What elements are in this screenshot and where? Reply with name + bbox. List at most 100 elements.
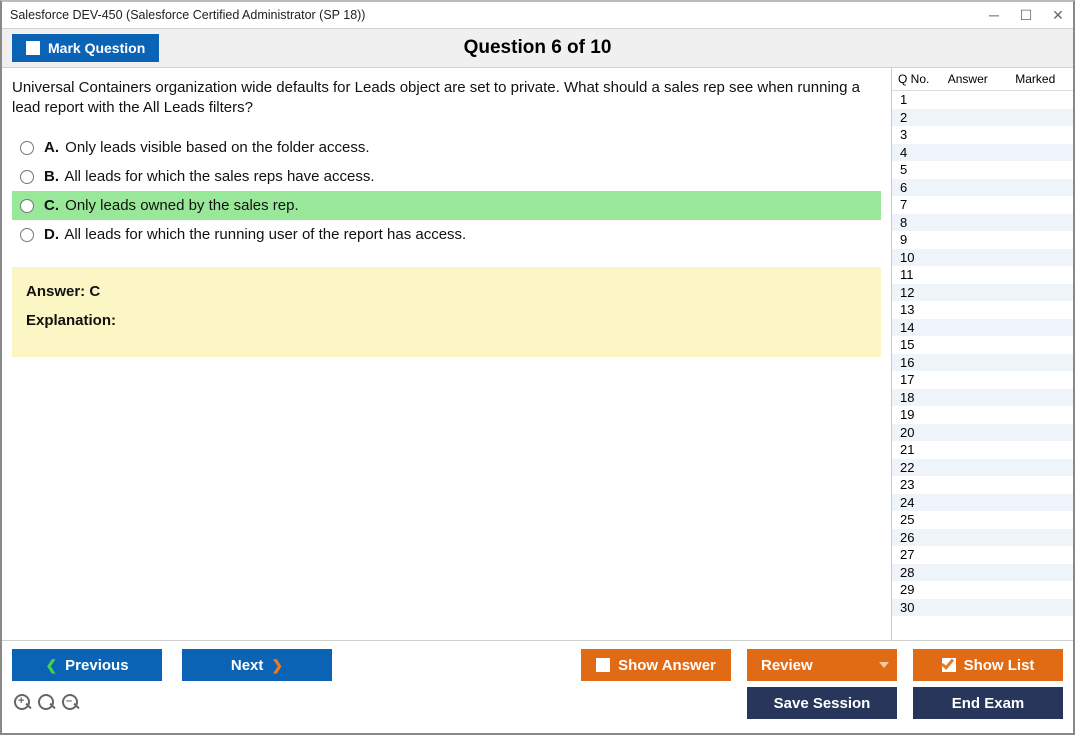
minimize-icon[interactable]: ─ — [987, 7, 1001, 24]
radio-icon — [20, 170, 34, 184]
zoom-out-icon[interactable]: – — [62, 694, 80, 712]
question-list-row[interactable]: 12 — [892, 284, 1073, 302]
panel-header: Q No. Answer Marked — [892, 68, 1073, 90]
header-marked: Marked — [1002, 72, 1070, 86]
question-list-row[interactable]: 18 — [892, 389, 1073, 407]
question-list-row[interactable]: 13 — [892, 301, 1073, 319]
question-list-row[interactable]: 22 — [892, 459, 1073, 477]
question-list-row[interactable]: 17 — [892, 371, 1073, 389]
show-list-button[interactable]: Show List — [913, 649, 1063, 681]
question-list-row[interactable]: 3 — [892, 126, 1073, 144]
toolbar: Mark Question Question 6 of 10 — [2, 28, 1073, 68]
next-label: Next — [231, 657, 264, 674]
save-session-label: Save Session — [774, 695, 871, 712]
question-list-row[interactable]: 27 — [892, 546, 1073, 564]
option-row[interactable]: A. Only leads visible based on the folde… — [12, 133, 881, 162]
zoom-reset-icon[interactable] — [38, 694, 56, 712]
qno-cell: 3 — [896, 127, 926, 142]
question-list[interactable]: 1234567891011121314151617181920212223242… — [892, 90, 1073, 640]
save-session-button[interactable]: Save Session — [747, 687, 897, 719]
window-title: Salesforce DEV-450 (Salesforce Certified… — [10, 8, 365, 22]
end-exam-label: End Exam — [952, 695, 1025, 712]
question-list-row[interactable]: 30 — [892, 599, 1073, 617]
show-list-label: Show List — [964, 657, 1035, 674]
answer-line: Answer: C — [26, 283, 867, 300]
radio-icon — [20, 141, 34, 155]
qno-cell: 8 — [896, 215, 926, 230]
mark-question-button[interactable]: Mark Question — [12, 34, 159, 62]
question-list-row[interactable]: 2 — [892, 109, 1073, 127]
zoom-in-icon[interactable]: + — [14, 694, 32, 712]
next-button[interactable]: Next ❯ — [182, 649, 332, 681]
question-list-row[interactable]: 5 — [892, 161, 1073, 179]
footer: ❮ Previous Next ❯ Show Answer Review — [2, 640, 1073, 733]
qno-cell: 2 — [896, 110, 926, 125]
question-list-row[interactable]: 16 — [892, 354, 1073, 372]
question-list-row[interactable]: 7 — [892, 196, 1073, 214]
app-window: Salesforce DEV-450 (Salesforce Certified… — [0, 0, 1075, 735]
question-list-row[interactable]: 1 — [892, 91, 1073, 109]
previous-button[interactable]: ❮ Previous — [12, 649, 162, 681]
question-list-row[interactable]: 29 — [892, 581, 1073, 599]
options-list: A. Only leads visible based on the folde… — [12, 133, 881, 249]
qno-cell: 22 — [896, 460, 926, 475]
qno-cell: 23 — [896, 477, 926, 492]
qno-cell: 5 — [896, 162, 926, 177]
show-answer-button[interactable]: Show Answer — [581, 649, 731, 681]
qno-cell: 4 — [896, 145, 926, 160]
question-list-row[interactable]: 6 — [892, 179, 1073, 197]
qno-cell: 19 — [896, 407, 926, 422]
question-list-row[interactable]: 10 — [892, 249, 1073, 267]
question-list-row[interactable]: 28 — [892, 564, 1073, 582]
radio-icon — [20, 199, 34, 213]
qno-cell: 20 — [896, 425, 926, 440]
review-button[interactable]: Review — [747, 649, 897, 681]
question-list-row[interactable]: 15 — [892, 336, 1073, 354]
qno-cell: 24 — [896, 495, 926, 510]
option-label: D. All leads for which the running user … — [44, 226, 466, 243]
question-list-row[interactable]: 11 — [892, 266, 1073, 284]
question-list-row[interactable]: 14 — [892, 319, 1073, 337]
question-list-row[interactable]: 26 — [892, 529, 1073, 547]
question-list-row[interactable]: 19 — [892, 406, 1073, 424]
qno-cell: 6 — [896, 180, 926, 195]
qno-cell: 29 — [896, 582, 926, 597]
chevron-right-icon: ❯ — [271, 657, 283, 674]
question-text: Universal Containers organization wide d… — [12, 78, 881, 117]
mark-question-label: Mark Question — [48, 40, 145, 56]
main-column: Universal Containers organization wide d… — [2, 68, 891, 640]
question-list-row[interactable]: 8 — [892, 214, 1073, 232]
qno-cell: 9 — [896, 232, 926, 247]
qno-cell: 17 — [896, 372, 926, 387]
chevron-left-icon: ❮ — [45, 657, 57, 674]
question-list-row[interactable]: 9 — [892, 231, 1073, 249]
qno-cell: 30 — [896, 600, 926, 615]
question-list-row[interactable]: 4 — [892, 144, 1073, 162]
header-qno: Q No. — [896, 72, 934, 86]
option-row[interactable]: D. All leads for which the running user … — [12, 220, 881, 249]
answer-block: Answer: C Explanation: — [12, 267, 881, 357]
end-exam-button[interactable]: End Exam — [913, 687, 1063, 719]
qno-cell: 28 — [896, 565, 926, 580]
triangle-down-icon — [879, 662, 889, 668]
question-panel: Q No. Answer Marked 12345678910111213141… — [891, 68, 1073, 640]
qno-cell: 26 — [896, 530, 926, 545]
question-list-row[interactable]: 20 — [892, 424, 1073, 442]
qno-cell: 10 — [896, 250, 926, 265]
question-list-row[interactable]: 24 — [892, 494, 1073, 512]
explanation-label: Explanation: — [26, 312, 867, 329]
qno-cell: 21 — [896, 442, 926, 457]
title-bar: Salesforce DEV-450 (Salesforce Certified… — [2, 2, 1073, 28]
question-list-row[interactable]: 25 — [892, 511, 1073, 529]
close-icon[interactable]: ✕ — [1051, 7, 1065, 24]
window-controls: ─ ☐ ✕ — [987, 7, 1065, 24]
question-heading: Question 6 of 10 — [464, 37, 612, 59]
qno-cell: 27 — [896, 547, 926, 562]
qno-cell: 14 — [896, 320, 926, 335]
maximize-icon[interactable]: ☐ — [1019, 7, 1033, 24]
option-row[interactable]: B. All leads for which the sales reps ha… — [12, 162, 881, 191]
question-list-row[interactable]: 23 — [892, 476, 1073, 494]
qno-cell: 12 — [896, 285, 926, 300]
option-row[interactable]: C. Only leads owned by the sales rep. — [12, 191, 881, 220]
question-list-row[interactable]: 21 — [892, 441, 1073, 459]
